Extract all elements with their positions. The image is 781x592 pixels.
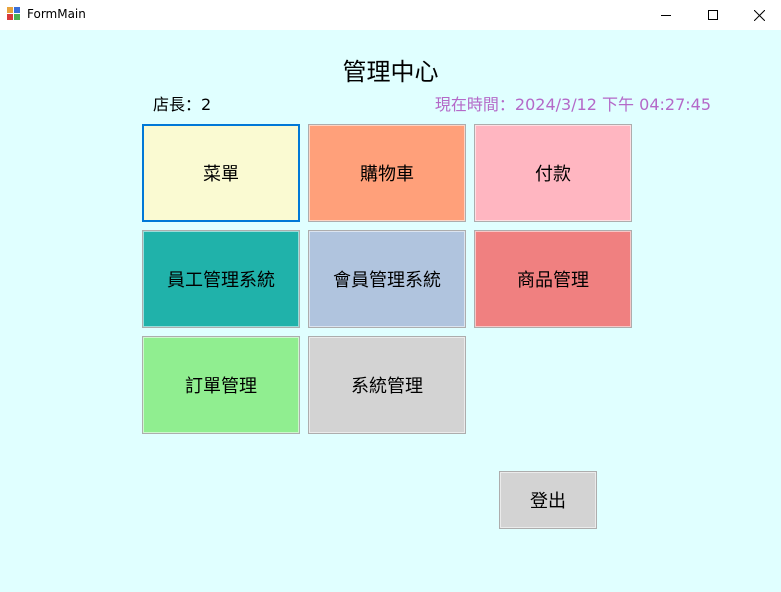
- current-time-label: 現在時間：2024/3/12 下午 04:27:45: [434, 95, 711, 114]
- shopping-cart-button[interactable]: 購物車: [308, 124, 466, 222]
- product-management-button[interactable]: 商品管理: [474, 230, 632, 328]
- minimize-icon: [661, 15, 671, 16]
- app-icon: [7, 7, 21, 21]
- maximize-button[interactable]: [690, 0, 736, 30]
- page-title: 管理中心: [342, 58, 439, 86]
- menu-button[interactable]: 菜單: [142, 124, 300, 222]
- member-management-button[interactable]: 會員管理系統: [308, 230, 466, 328]
- employee-management-button[interactable]: 員工管理系統: [142, 230, 300, 328]
- window-title: FormMain: [27, 7, 86, 21]
- form-client-area: 管理中心 店長：2 現在時間：2024/3/12 下午 04:27:45 菜單 …: [0, 30, 781, 592]
- close-icon: [753, 9, 765, 21]
- title-bar[interactable]: FormMain: [0, 0, 781, 30]
- maximize-icon: [708, 10, 718, 20]
- minimize-button[interactable]: [643, 0, 689, 30]
- close-button[interactable]: [736, 0, 781, 30]
- order-management-button[interactable]: 訂單管理: [142, 336, 300, 434]
- logout-button[interactable]: 登出: [499, 471, 597, 529]
- manager-label: 店長：2: [153, 95, 212, 114]
- system-management-button[interactable]: 系統管理: [308, 336, 466, 434]
- payment-button[interactable]: 付款: [474, 124, 632, 222]
